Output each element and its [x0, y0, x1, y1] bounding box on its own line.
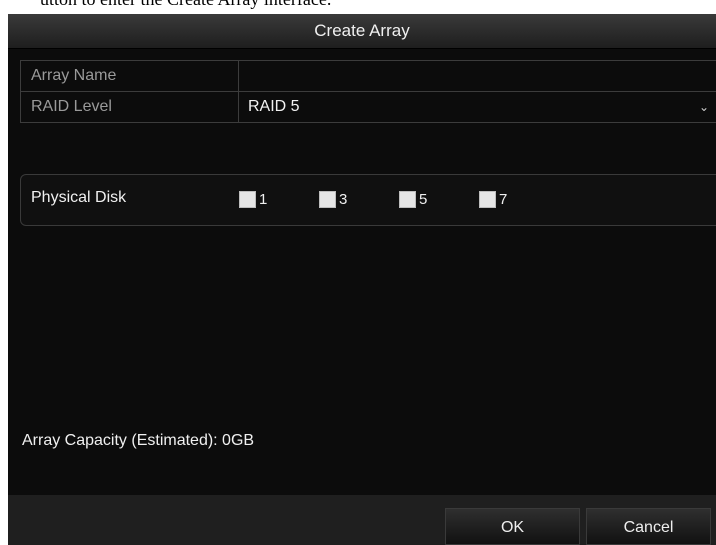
array-name-label: Array Name: [21, 61, 239, 91]
page-caption: utton to enter the Create Array interfac…: [0, 0, 716, 14]
cancel-button[interactable]: Cancel: [586, 508, 711, 545]
checkbox-icon[interactable]: [239, 191, 256, 208]
disk-5-option[interactable]: 5: [399, 191, 427, 208]
disk-5-label: 5: [419, 191, 428, 208]
dialog-footer: OK Cancel: [8, 495, 716, 545]
raid-level-value: RAID 5: [248, 98, 300, 115]
checkbox-icon[interactable]: [399, 191, 416, 208]
array-name-input[interactable]: [239, 61, 716, 91]
disk-1-label: 1: [259, 191, 268, 208]
caption-text: utton to enter the Create Array interfac…: [40, 0, 331, 10]
create-array-dialog: Create Array Array Name RAID Level RAID …: [8, 14, 716, 545]
checkbox-icon[interactable]: [479, 191, 496, 208]
disk-7-option[interactable]: 7: [479, 191, 507, 208]
array-name-row: Array Name: [21, 61, 716, 92]
dialog-title: Create Array: [8, 14, 716, 49]
checkbox-icon[interactable]: [319, 191, 336, 208]
physical-disk-panel: Physical Disk 1 3 5 7: [20, 174, 716, 226]
disk-3-label: 3: [339, 191, 348, 208]
raid-level-row: RAID Level RAID 5 ⌄: [21, 92, 716, 123]
disk-3-option[interactable]: 3: [319, 191, 347, 208]
array-capacity-text: Array Capacity (Estimated): 0GB: [22, 432, 255, 449]
chevron-down-icon[interactable]: ⌄: [699, 92, 709, 122]
array-form: Array Name RAID Level RAID 5 ⌄: [20, 60, 716, 123]
disk-7-label: 7: [499, 191, 508, 208]
raid-level-select[interactable]: RAID 5 ⌄: [239, 92, 716, 122]
raid-level-label: RAID Level: [21, 92, 239, 122]
ok-button[interactable]: OK: [445, 508, 580, 545]
disk-1-option[interactable]: 1: [239, 191, 267, 208]
physical-disk-label: Physical Disk: [31, 189, 127, 206]
